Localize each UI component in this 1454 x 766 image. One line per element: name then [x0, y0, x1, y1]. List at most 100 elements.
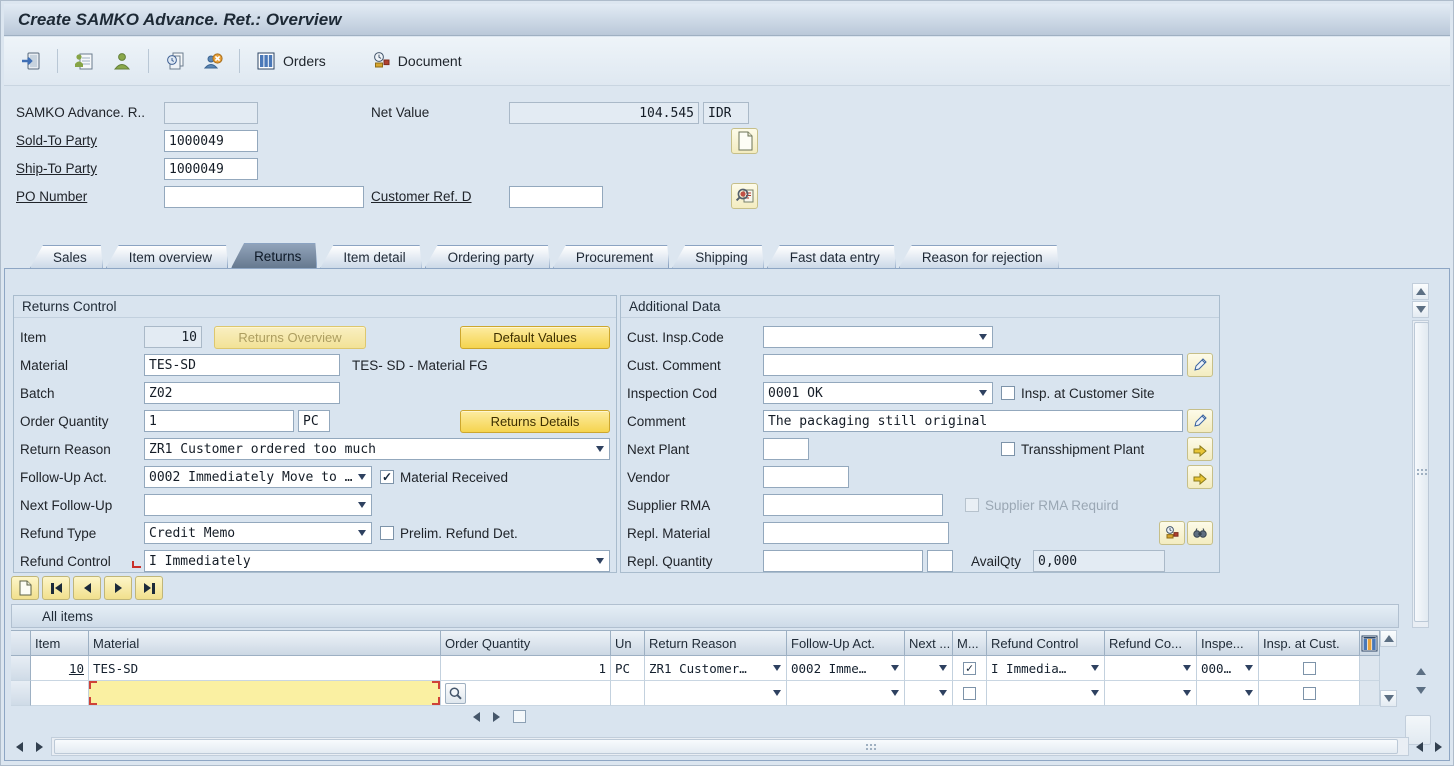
- next-plant-field[interactable]: [763, 438, 809, 460]
- cell-next-dropdown[interactable]: [905, 656, 953, 681]
- new-document-button[interactable]: [731, 128, 758, 154]
- default-values-button[interactable]: Default Values: [460, 326, 610, 349]
- material-entry-cell[interactable]: [89, 681, 441, 706]
- cust-comment-field[interactable]: [763, 354, 1183, 376]
- pane-right-button[interactable]: [1430, 738, 1447, 755]
- cell-insp-at-cust-new[interactable]: [1259, 681, 1360, 706]
- item-number-link[interactable]: 10: [69, 661, 84, 676]
- col-return-reason[interactable]: Return Reason: [645, 630, 787, 656]
- col-inspe[interactable]: Inspe...: [1197, 630, 1259, 656]
- cell-refund-co-dropdown[interactable]: [1105, 656, 1197, 681]
- m-checkbox[interactable]: [963, 687, 976, 700]
- display-partner-doc-button[interactable]: [67, 45, 101, 77]
- col-refund-co[interactable]: Refund Co...: [1105, 630, 1197, 656]
- sold-to-party-label[interactable]: Sold-To Party: [16, 133, 97, 148]
- scroll-thumb[interactable]: [1414, 322, 1429, 622]
- grow-table-icon[interactable]: [493, 712, 500, 722]
- table-scroll-up-button[interactable]: [1380, 630, 1397, 647]
- hscroll-right-button[interactable]: [31, 738, 48, 755]
- last-item-button[interactable]: [135, 576, 163, 600]
- tab-ordering-party[interactable]: Ordering party: [425, 245, 550, 268]
- tab-procurement[interactable]: Procurement: [553, 245, 669, 268]
- vendor-transfer-button[interactable]: [1187, 465, 1213, 489]
- sold-to-party-field[interactable]: 1000049: [164, 130, 258, 152]
- col-follow-up[interactable]: Follow-Up Act.: [787, 630, 905, 656]
- new-item-button[interactable]: [11, 576, 39, 600]
- cell-item[interactable]: 10: [31, 656, 89, 681]
- col-item[interactable]: Item: [31, 630, 89, 656]
- table-footer-checkbox[interactable]: [513, 710, 526, 723]
- repl-quantity-field[interactable]: [763, 550, 923, 572]
- repl-unit-field[interactable]: [927, 550, 953, 572]
- return-reason-dropdown[interactable]: ZR1 Customer ordered too much: [144, 438, 610, 460]
- cell-item-new[interactable]: [31, 681, 89, 706]
- document-button[interactable]: Document: [364, 45, 468, 77]
- tab-reason-for-rejection[interactable]: Reason for rejection: [899, 245, 1059, 268]
- vendor-field[interactable]: [763, 466, 849, 488]
- next-follow-up-dropdown[interactable]: [144, 494, 372, 516]
- reject-document-button[interactable]: [196, 45, 230, 77]
- back-exit-button[interactable]: [14, 45, 48, 77]
- cell-un[interactable]: PC: [611, 656, 645, 681]
- comment-field[interactable]: The packaging still original: [763, 410, 1183, 432]
- cell-next-new[interactable]: [905, 681, 953, 706]
- hscroll-thumb[interactable]: [54, 739, 1398, 754]
- hscroll-track[interactable]: [51, 737, 1409, 756]
- col-insp-at-cust[interactable]: Insp. at Cust.: [1259, 630, 1360, 656]
- insp-checkbox[interactable]: [1303, 662, 1316, 675]
- cell-un-new[interactable]: [611, 681, 645, 706]
- col-next[interactable]: Next ...: [905, 630, 953, 656]
- edit-comment-button[interactable]: [1187, 409, 1213, 433]
- cell-refund-control-dropdown[interactable]: I Immedia…: [987, 656, 1105, 681]
- m-checkbox[interactable]: ✓: [963, 662, 976, 675]
- cust-insp-code-dropdown[interactable]: [763, 326, 993, 348]
- col-material[interactable]: Material: [89, 630, 441, 656]
- tab-returns[interactable]: Returns: [231, 243, 317, 268]
- document-flow-button[interactable]: [158, 45, 192, 77]
- tab-fast-data-entry[interactable]: Fast data entry: [767, 245, 896, 268]
- next-plant-transfer-button[interactable]: [1187, 437, 1213, 461]
- col-order-quantity[interactable]: Order Quantity: [441, 630, 611, 656]
- refund-control-dropdown[interactable]: I Immediately: [144, 550, 610, 572]
- tab-sales[interactable]: Sales: [30, 245, 103, 268]
- cell-refund-co-new[interactable]: [1105, 681, 1197, 706]
- po-number-label[interactable]: PO Number: [16, 189, 87, 204]
- tab-item-detail[interactable]: Item detail: [320, 245, 421, 268]
- outer-scroll-down-button[interactable]: [1412, 682, 1429, 699]
- ship-to-party-field[interactable]: 1000049: [164, 158, 258, 180]
- hscroll-left-button[interactable]: [11, 738, 28, 755]
- supplier-rma-field[interactable]: [763, 494, 943, 516]
- cell-return-reason-new[interactable]: [645, 681, 787, 706]
- scroll-down-button[interactable]: [1412, 301, 1429, 318]
- row-selector[interactable]: [11, 656, 31, 681]
- col-m[interactable]: M...: [953, 630, 987, 656]
- customer-ref-label[interactable]: Customer Ref. D: [371, 189, 472, 204]
- bottom-right-arrows[interactable]: [1411, 738, 1447, 755]
- insp-at-customer-checkbox[interactable]: [1001, 386, 1015, 400]
- ship-to-party-label[interactable]: Ship-To Party: [16, 161, 97, 176]
- horizontal-scrollbar[interactable]: [11, 736, 1409, 757]
- customer-ref-field[interactable]: [509, 186, 603, 208]
- previous-item-button[interactable]: [73, 576, 101, 600]
- select-all-cell[interactable]: [11, 630, 31, 656]
- first-item-button[interactable]: [42, 576, 70, 600]
- tab-shipping[interactable]: Shipping: [672, 245, 764, 268]
- availability-check-button[interactable]: [1187, 521, 1213, 545]
- search-customer-button[interactable]: [731, 183, 758, 209]
- inspection-code-dropdown[interactable]: 0001 OK: [763, 382, 993, 404]
- shrink-table-icon[interactable]: [473, 712, 480, 722]
- po-number-field[interactable]: [164, 186, 364, 208]
- outer-scroll-up-button[interactable]: [1412, 663, 1429, 680]
- prelim-refund-checkbox[interactable]: [380, 526, 394, 540]
- table-scroll-down-button[interactable]: [1380, 690, 1397, 707]
- cell-material[interactable]: TES-SD: [89, 656, 441, 681]
- cell-material-received-new[interactable]: [953, 681, 987, 706]
- material-field[interactable]: TES-SD: [144, 354, 340, 376]
- batch-field[interactable]: Z02: [144, 382, 340, 404]
- transshipment-checkbox[interactable]: [1001, 442, 1015, 456]
- returns-details-button[interactable]: Returns Details: [460, 410, 610, 433]
- follow-up-dropdown[interactable]: 0002 Immediately Move to …: [144, 466, 372, 488]
- table-vertical-scrollbar[interactable]: [1380, 630, 1397, 707]
- cell-material-received[interactable]: ✓: [953, 656, 987, 681]
- outer-vertical-scrollbar[interactable]: [1412, 663, 1429, 699]
